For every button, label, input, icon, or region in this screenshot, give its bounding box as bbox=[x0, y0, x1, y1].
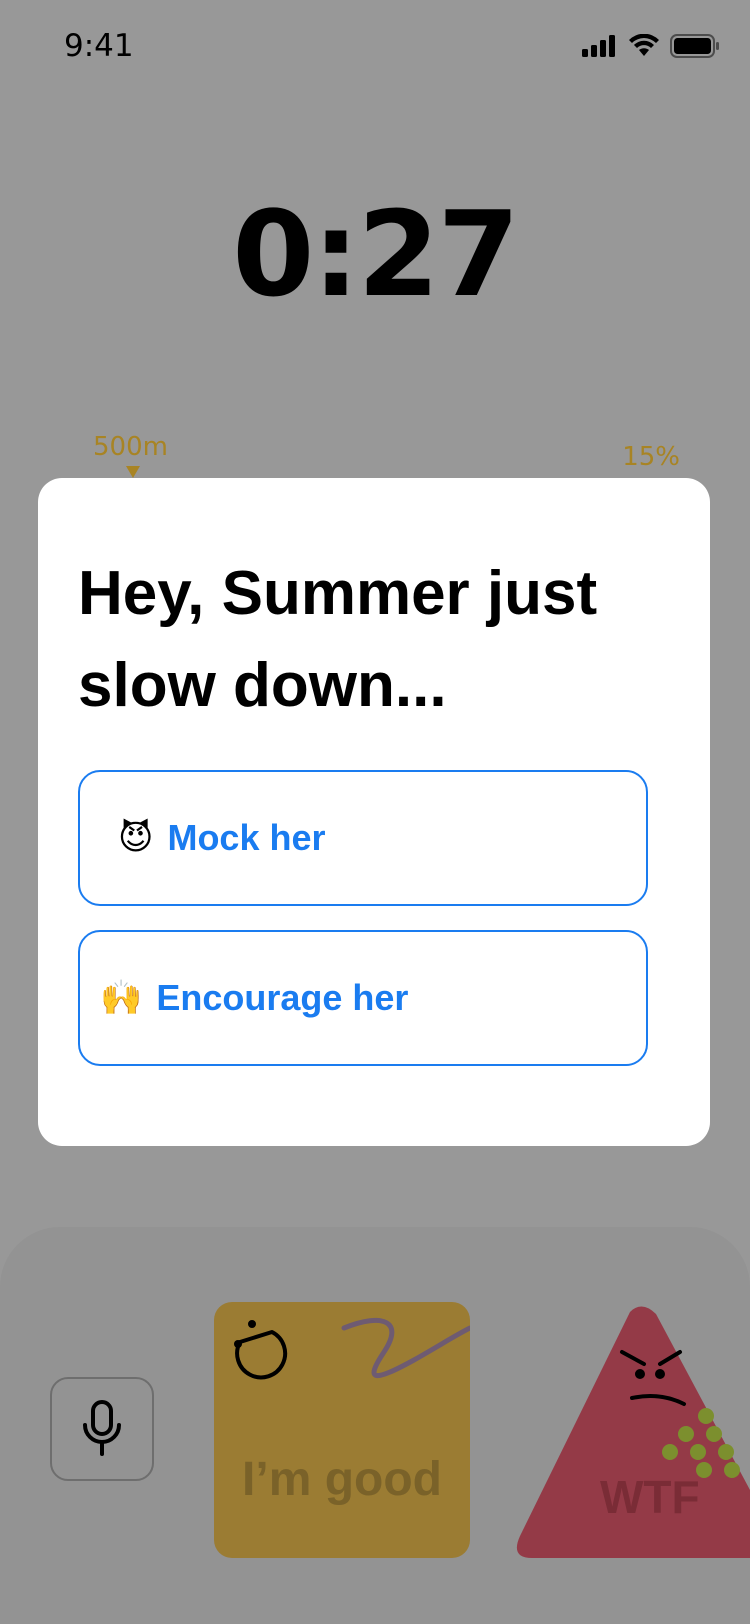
reaction-card-wtf[interactable]: WTF bbox=[510, 1300, 750, 1560]
pacman-face-icon bbox=[234, 1318, 470, 1380]
modal-title: Hey, Summer just slow down... bbox=[78, 559, 598, 720]
run-timer: 0:27 bbox=[232, 185, 520, 323]
progress-percent-label: 15% bbox=[622, 442, 680, 472]
mock-her-button[interactable]: 😈 Mock her bbox=[78, 770, 648, 906]
encourage-her-label: Encourage her bbox=[156, 977, 409, 1018]
reaction-card-good-label: I’m good bbox=[242, 1453, 442, 1506]
reaction-card-wtf-label: WTF bbox=[600, 1471, 700, 1523]
prompt-modal: Hey, Summer just slow down... 😈 Mock her… bbox=[38, 478, 710, 1146]
microphone-icon bbox=[83, 1400, 121, 1456]
mock-her-label: Mock her bbox=[167, 817, 326, 858]
microphone-button[interactable] bbox=[50, 1377, 154, 1481]
status-icons bbox=[582, 34, 720, 58]
battery-icon bbox=[670, 34, 719, 58]
raised-hands-emoji-icon: 🙌 bbox=[100, 979, 143, 1017]
distance-marker-label: 500m bbox=[93, 432, 168, 462]
encourage-her-button[interactable]: 🙌 Encourage her bbox=[78, 930, 648, 1066]
wifi-icon bbox=[629, 34, 659, 56]
signal-icon bbox=[582, 35, 615, 57]
status-time: 9:41 bbox=[64, 28, 134, 64]
reaction-card-good[interactable]: I’m good bbox=[214, 1302, 470, 1558]
devil-emoji-icon: 😈 bbox=[118, 819, 154, 857]
distance-marker-arrow bbox=[126, 466, 140, 478]
